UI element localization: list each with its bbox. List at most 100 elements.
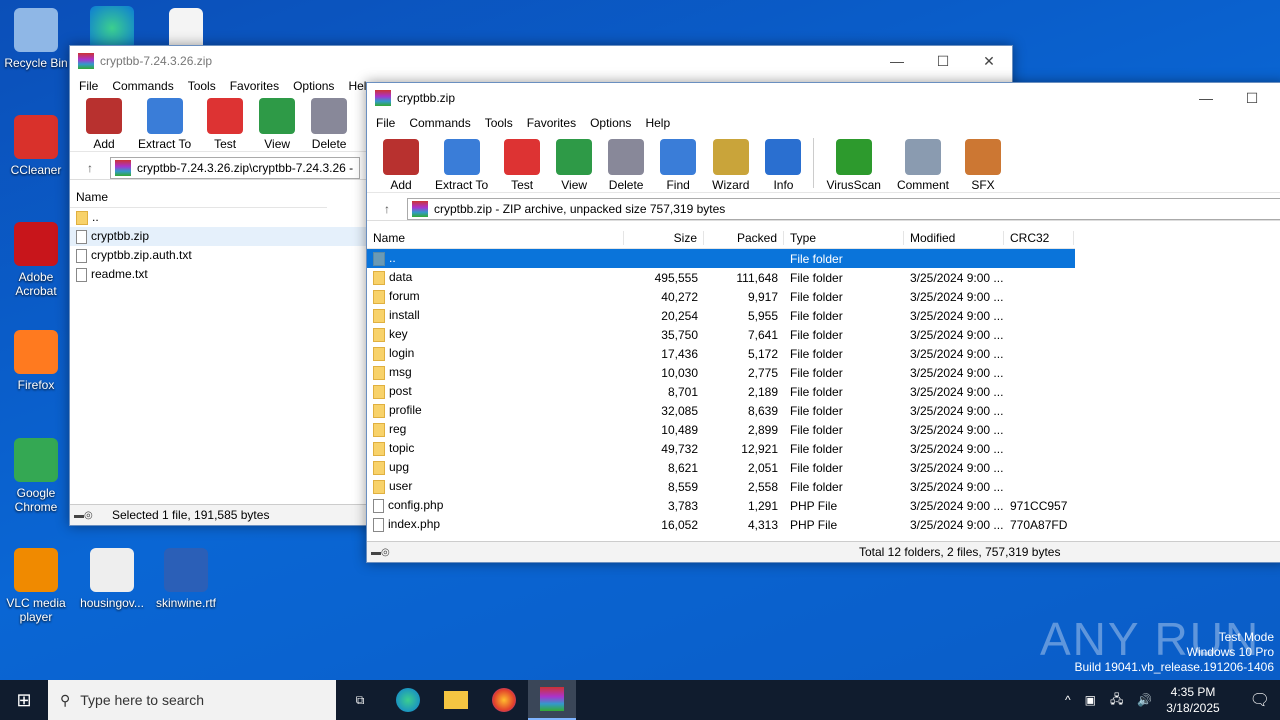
list-item[interactable]: readme.txt [70,265,367,284]
find-button[interactable]: Find [652,139,704,192]
network-icon[interactable]: 🖧 [1110,690,1123,711]
winrar-icon [78,53,94,69]
comment-button[interactable]: Comment [889,139,957,192]
close-button[interactable]: ✕ [966,53,1012,70]
up-arrow-icon[interactable]: ↑ [367,202,407,216]
column-name[interactable]: Name [70,190,114,204]
column-packed[interactable]: Packed [704,230,784,245]
chevron-up-icon[interactable]: ^ [1065,693,1071,707]
file-name: readme.txt [91,267,148,282]
view-button[interactable]: View [548,139,600,192]
cell-modified: 3/25/2024 9:00 ... [910,289,1004,304]
cell-packed: 2,899 [747,422,778,437]
notification-icon[interactable]: 🗨 [1250,690,1270,710]
meet-icon[interactable]: ▣ [1085,693,1096,707]
desktop-icon[interactable]: Recycle Bin [0,8,72,70]
cell-type: PHP File [790,498,838,513]
taskbar-edge[interactable] [384,688,432,712]
column-name[interactable]: Name [367,230,624,245]
cell-type: File folder [790,422,843,437]
cell-size: 10,489 [661,422,698,437]
table-row[interactable]: index.php 16,052 4,313 PHP File 3/25/2024 9:… [367,515,1075,534]
address-field[interactable]: cryptbb.zip - ZIP archive, unpacked size… [407,197,1280,220]
toolbar-label: Comment [896,178,949,192]
taskbar-explorer[interactable] [432,691,480,709]
clock[interactable]: 4:35 PM 3/18/2025 [1166,684,1219,716]
start-button[interactable]: ⊞ [0,690,48,711]
table-row[interactable]: key 35,750 7,641 File folder 3/25/2024 9:00 … [367,325,1075,344]
add-button[interactable]: Add [375,139,427,192]
table-row[interactable]: login 17,436 5,172 File folder 3/25/2024 9:0… [367,344,1075,363]
table-row[interactable]: user 8,559 2,558 File folder 3/25/2024 9:00 … [367,477,1075,496]
table-row[interactable]: msg 10,030 2,775 File folder 3/25/2024 9:00 … [367,363,1075,382]
list-item[interactable]: .. [70,208,367,227]
address-field[interactable]: cryptbb-7.24.3.26.zip\cryptbb-7.24.3.26 … [110,156,360,179]
minimize-button[interactable]: — [874,53,920,70]
maximize-button[interactable]: ☐ [1229,90,1275,107]
list-item[interactable]: cryptbb.zip.auth.txt [70,246,367,265]
delete-button[interactable]: Delete [303,98,355,151]
delete-button[interactable]: Delete [600,139,652,192]
menu-help[interactable]: Help [638,116,677,130]
test-button[interactable]: Test [199,98,251,151]
table-row[interactable]: data 495,555 111,648 File folder 3/25/2024 9… [367,268,1075,287]
desktop-icon[interactable]: Adobe Acrobat [0,222,72,298]
desktop-icon[interactable]: Google Chrome [0,438,72,514]
maximize-button[interactable]: ☐ [920,53,966,70]
cell-size: 35,750 [661,327,698,342]
task-view-button[interactable]: ⧉ [336,693,384,708]
desktop-icon[interactable]: Firefox [0,330,72,392]
menu-tools[interactable]: Tools [478,116,520,130]
menu-file[interactable]: File [369,116,402,130]
menu-commands[interactable]: Commands [105,79,180,93]
menu-tools[interactable]: Tools [181,79,223,93]
minimize-button[interactable]: — [1183,90,1229,107]
list-item[interactable]: cryptbb.zip [70,227,367,246]
desktop-icon[interactable]: skinwine.rtf [150,548,222,610]
build-line: Build 19041.vb_release.191206-1406 [1074,660,1275,674]
cell-modified: 3/25/2024 9:00 ... [910,308,1004,323]
wizard-button[interactable]: Wizard [704,139,757,192]
extract-to-button[interactable]: Extract To [130,98,199,151]
desktop-icon[interactable]: CCleaner [0,115,72,177]
menu-favorites[interactable]: Favorites [520,116,583,130]
menu-options[interactable]: Options [286,79,341,93]
table-row[interactable]: config.php 3,783 1,291 PHP File 3/25/2024 9:… [367,496,1075,515]
table-row[interactable]: install 20,254 5,955 File folder 3/25/2024 9… [367,306,1075,325]
column-size[interactable]: Size [624,230,704,245]
column-type[interactable]: Type [784,230,904,245]
virusscan-button[interactable]: VirusScan [818,139,888,192]
menu-options[interactable]: Options [583,116,638,130]
title-bar[interactable]: cryptbb.zip — ☐ [367,83,1280,113]
table-row[interactable]: .. File folder [367,249,1075,268]
info-button[interactable]: Info [757,139,809,192]
extract-to-button[interactable]: Extract To [427,139,496,192]
taskbar-winrar[interactable] [528,680,576,720]
table-row[interactable]: profile 32,085 8,639 File folder 3/25/2024 9… [367,401,1075,420]
cell-name: reg [367,422,624,437]
view-button[interactable]: View [251,98,303,151]
table-row[interactable]: forum 40,272 9,917 File folder 3/25/2024 9:0… [367,287,1075,306]
menu-file[interactable]: File [72,79,105,93]
sfx-button[interactable]: SFX [957,139,1009,192]
menu-commands[interactable]: Commands [402,116,477,130]
cell-size: 8,559 [667,479,698,494]
menu-favorites[interactable]: Favorites [223,79,286,93]
taskbar-firefox[interactable] [480,688,528,712]
desktop-icon[interactable]: housingov... [76,548,148,610]
column-modified[interactable]: Modified [904,230,1004,245]
file-name: .. [92,210,99,225]
table-row[interactable]: topic 49,732 12,921 File folder 3/25/2024 9:… [367,439,1075,458]
word-file-icon [164,548,208,592]
desktop-icon[interactable]: VLC media player [0,548,72,624]
table-row[interactable]: upg 8,621 2,051 File folder 3/25/2024 9:00 .… [367,458,1075,477]
search-box[interactable]: ⚲ Type here to search [48,680,336,720]
up-arrow-icon[interactable]: ↑ [70,161,110,175]
table-row[interactable]: reg 10,489 2,899 File folder 3/25/2024 9:00 … [367,420,1075,439]
title-bar[interactable]: cryptbb-7.24.3.26.zip — ☐ ✕ [70,46,1012,76]
table-row[interactable]: post 8,701 2,189 File folder 3/25/2024 9:00 … [367,382,1075,401]
test-button[interactable]: Test [496,139,548,192]
column-crc32[interactable]: CRC32 [1004,230,1074,245]
add-button[interactable]: Add [78,98,130,151]
volume-icon[interactable]: 🔊 [1137,693,1152,707]
